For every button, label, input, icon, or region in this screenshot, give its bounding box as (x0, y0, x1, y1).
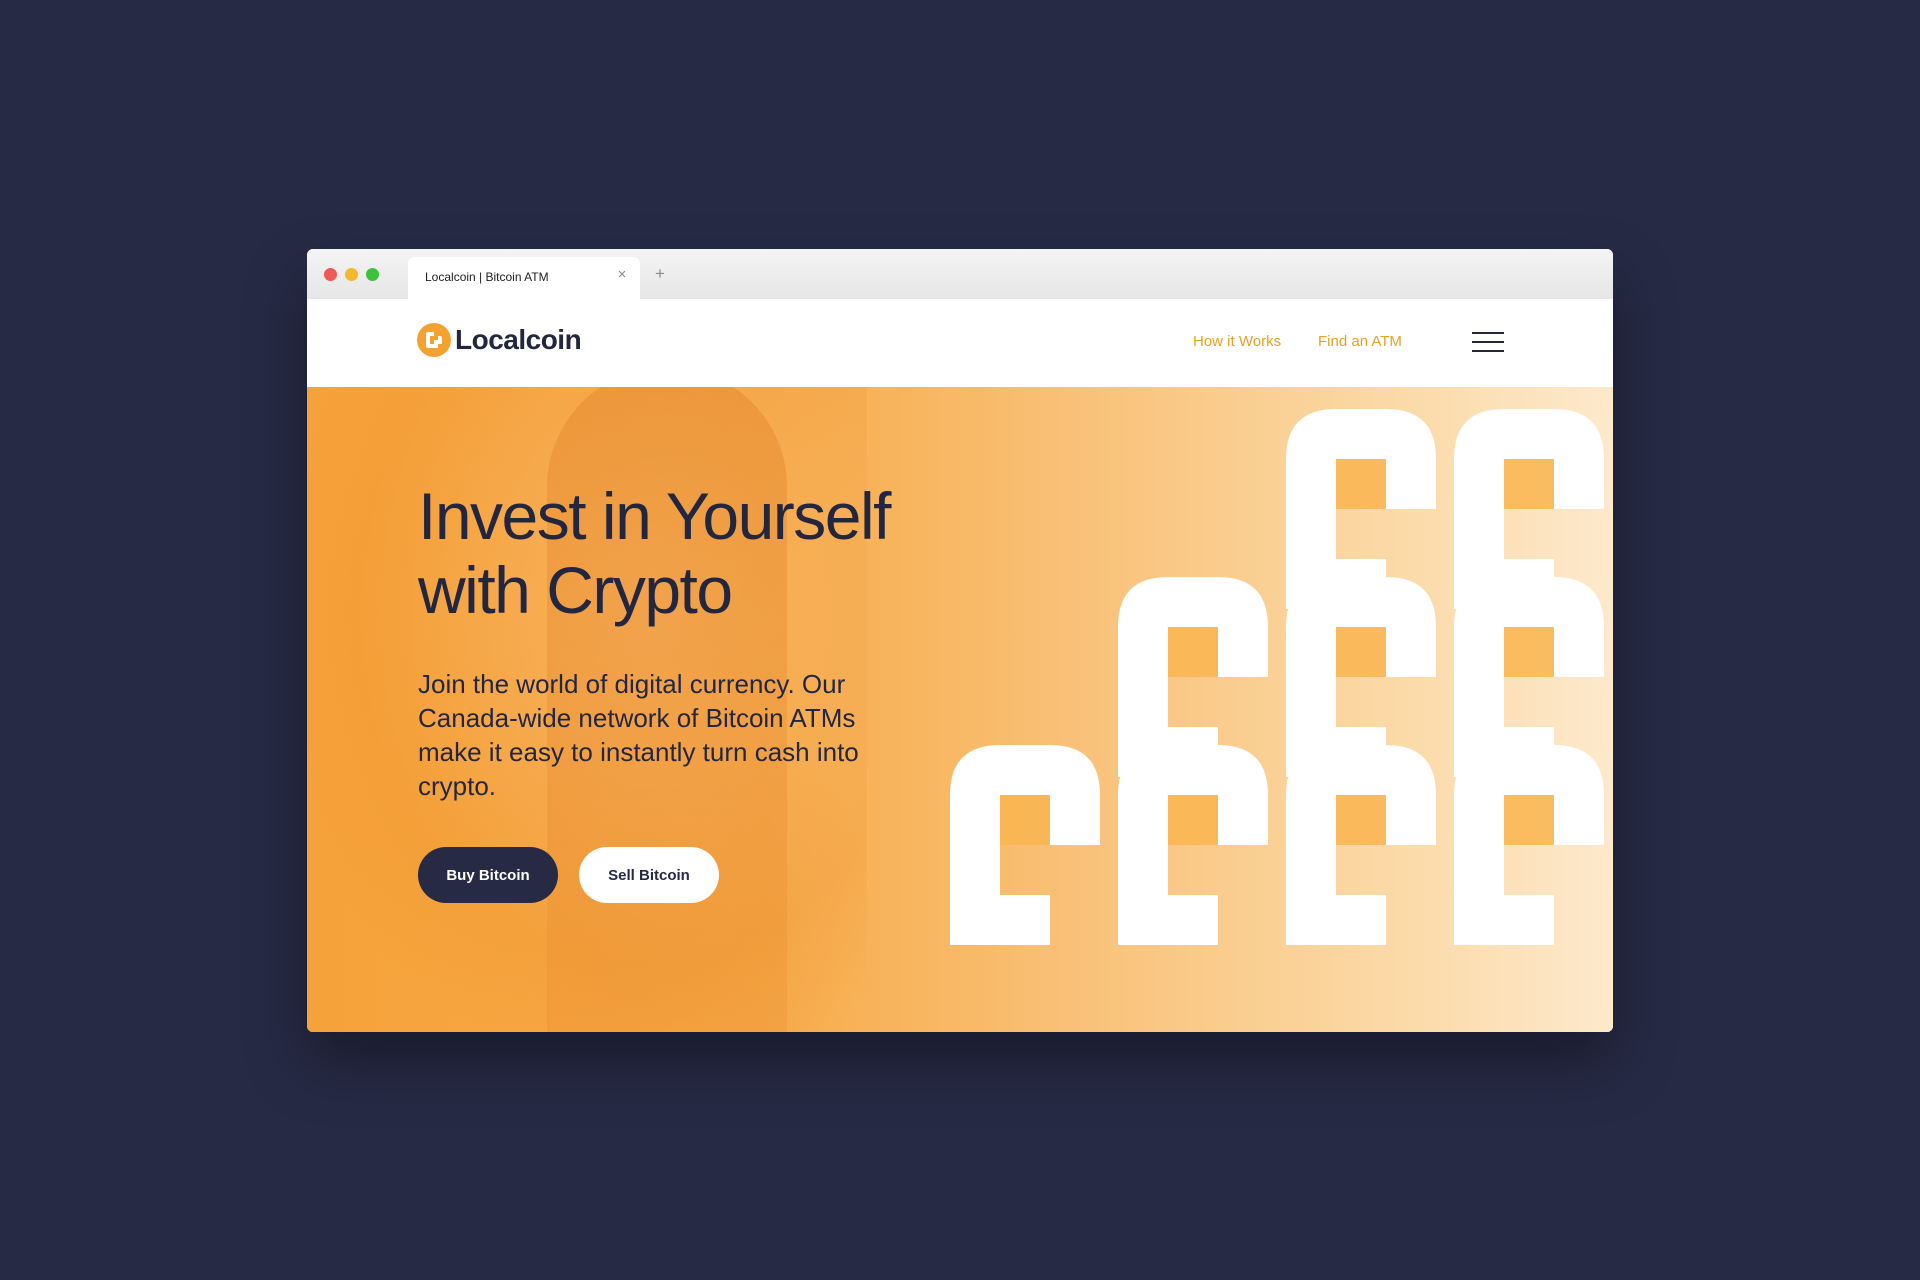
browser-tab-bar: Localcoin | Bitcoin ATM × + (307, 249, 1613, 300)
window-maximize-button[interactable] (366, 268, 379, 281)
pattern-tile (1286, 745, 1436, 945)
pattern-tile (1454, 745, 1604, 945)
nav-link-find-an-atm[interactable]: Find an ATM (1318, 333, 1402, 350)
site-logo[interactable]: Localcoin (417, 323, 582, 357)
site-header: Localcoin How it Works Find an ATM (307, 299, 1613, 387)
window-close-button[interactable] (324, 268, 337, 281)
pattern-tile (1118, 745, 1268, 945)
hamburger-menu-icon[interactable] (1472, 332, 1504, 354)
nav-link-how-it-works[interactable]: How it Works (1193, 333, 1281, 350)
window-minimize-button[interactable] (345, 268, 358, 281)
tab-close-icon[interactable]: × (614, 267, 630, 283)
hero-title: Invest in Yourself with Crypto (418, 479, 892, 627)
tab-title: Localcoin | Bitcoin ATM (425, 270, 549, 284)
pattern-tile (950, 745, 1100, 945)
hero-subtitle: Join the world of digital currency. Our … (418, 669, 859, 801)
sell-bitcoin-button[interactable]: Sell Bitcoin (579, 847, 719, 903)
browser-tab[interactable]: Localcoin | Bitcoin ATM × (408, 257, 640, 299)
browser-window: Localcoin | Bitcoin ATM × + Localcoin Ho… (307, 249, 1613, 1032)
hero-section: Invest in Yourself with Crypto Join the … (307, 387, 1613, 1032)
buy-bitcoin-button[interactable]: Buy Bitcoin (418, 847, 558, 903)
new-tab-icon[interactable]: + (655, 264, 665, 284)
logo-text: Localcoin (455, 324, 582, 355)
localcoin-logo-icon (417, 323, 451, 357)
